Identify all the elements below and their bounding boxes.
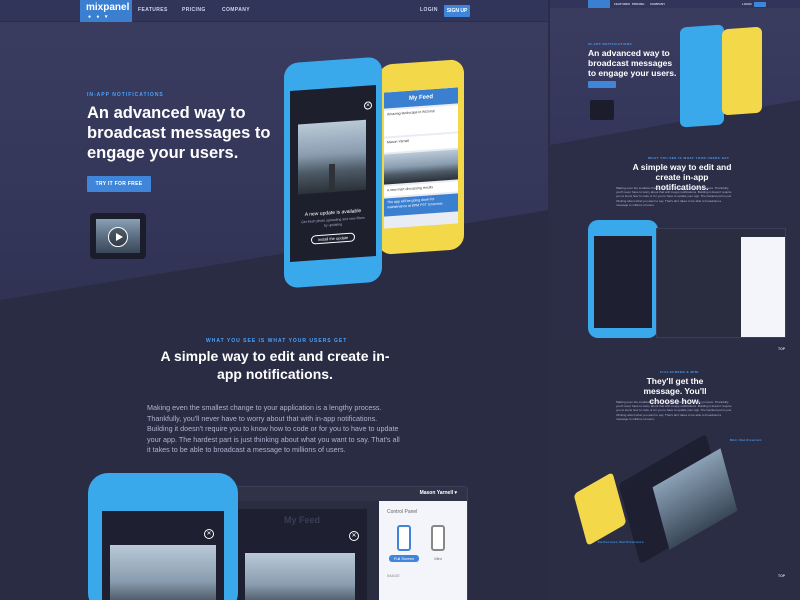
foreground-phone-screen: ✕	[102, 511, 224, 600]
nav-link-pricing[interactable]: PRICING	[182, 7, 206, 13]
overview-signup	[754, 2, 766, 7]
feed-screen: My Feed Amazing landscape in Arizona! Ma…	[384, 87, 458, 229]
back-to-top-link[interactable]: TOP	[778, 347, 785, 351]
annotation-fullscreen: Fullscreen Notifications	[598, 540, 645, 544]
image-section-label: IMAGE	[387, 573, 400, 578]
signup-button[interactable]: SIGN UP	[444, 5, 470, 17]
page-overview-bottom: TOP FULLSCREEN & MINI They'll get the me…	[550, 340, 800, 600]
ghost-feed-title: My Feed	[283, 515, 320, 525]
section2-eyebrow: WHAT YOU SEE IS WHAT YOUR USERS GET	[206, 338, 348, 344]
annotation-mini: Mini Notification	[730, 438, 762, 442]
phone-blue-foreground: ✕	[88, 473, 238, 600]
close-icon[interactable]: ✕	[349, 531, 359, 541]
overview-section3-body: Making even the smallest change to your …	[616, 400, 732, 421]
section2-title: A simple way to edit and create in-app n…	[160, 348, 390, 382]
feed-item: Amazing landscape in Arizona!	[384, 105, 458, 137]
feed-item-author: Mason Yarnell	[387, 138, 410, 145]
hero-title: An advanced way to broadcast messages to…	[87, 104, 271, 162]
nav-link-features[interactable]: FEATURES	[138, 7, 168, 13]
road-graphic	[328, 163, 336, 193]
full-screen-option-icon[interactable]	[397, 525, 411, 551]
overview-navbar: FEATURES PRICING COMPANY LOGIN	[550, 0, 800, 8]
overview-section2-eyebrow: WHAT YOU SEE IS WHAT YOUR USERS GET	[648, 156, 730, 160]
mixpanel-logo[interactable]: mixpanel ● ● ▾	[80, 0, 132, 22]
editor-toolbar: Mason Yarnell ▾	[229, 487, 467, 501]
maintenance-notice: The app will be going down for maintenan…	[384, 193, 458, 217]
video-thumbnail[interactable]	[90, 213, 146, 259]
overview-editor-phone	[588, 220, 658, 338]
overview-eyebrow: IN-APP NOTIFICATIONS	[588, 42, 633, 46]
feed-title: My Feed	[408, 94, 433, 102]
overview-hero-title: An advanced way to broadcast messages to…	[588, 48, 677, 78]
overview-try-button	[588, 81, 616, 88]
play-icon[interactable]	[108, 227, 128, 247]
overview-phone-blue	[680, 24, 724, 128]
editor-phone-preview: My Feed ✕	[237, 509, 367, 600]
back-to-top-link[interactable]: TOP	[778, 574, 785, 578]
overview-nav-link: COMPANY	[650, 2, 666, 6]
try-free-button[interactable]: TRY IT FOR FREE	[87, 176, 151, 192]
close-icon[interactable]: ✕	[364, 101, 372, 110]
notice-title: A new mart discussing results	[387, 185, 434, 193]
overview-editor-window	[656, 228, 786, 338]
logo-dots-icon: ● ● ▾	[88, 14, 110, 20]
notification-screen: ✕ A new update is available Get fresh ph…	[290, 84, 376, 263]
foreground-phone-image	[110, 545, 216, 600]
hero-eyebrow: IN-APP NOTIFICATIONS	[87, 92, 164, 98]
mini-option-icon[interactable]	[431, 525, 445, 551]
overview-video-thumb	[590, 100, 614, 120]
overview-nav-link: PRICING	[632, 2, 645, 6]
full-screen-option-label[interactable]: Full Screen	[389, 555, 419, 562]
overview-nav-link: FEATURES	[614, 2, 630, 6]
control-panel: Control Panel Full Screen Mini IMAGE	[379, 501, 467, 600]
top-navbar: mixpanel ● ● ▾ FEATURES PRICING COMPANY …	[0, 0, 548, 22]
notification-editor-window: Mason Yarnell ▾ My Feed ✕ Control Panel …	[228, 486, 468, 600]
overview-editor-phone-screen	[594, 236, 652, 328]
section2-body: Making even the smallest change to your …	[147, 403, 400, 454]
editor-preview-image	[245, 553, 355, 600]
control-panel-title: Control Panel	[387, 509, 418, 515]
logo-text: mixpanel	[86, 2, 130, 13]
install-update-button[interactable]: Install the update	[311, 232, 355, 245]
login-link[interactable]: LOGIN	[420, 7, 438, 13]
feed-item-text: Amazing landscape in Arizona!	[387, 109, 435, 117]
phone-yellow: My Feed Amazing landscape in Arizona! Ma…	[378, 58, 464, 256]
feed-photo	[384, 149, 458, 185]
notification-image	[298, 119, 366, 195]
mini-option-label[interactable]: Mini	[427, 555, 449, 562]
phone-blue: ✕ A new update is available Get fresh ph…	[284, 56, 382, 289]
close-icon[interactable]: ✕	[204, 529, 214, 539]
notice-body: The app will be going down for maintenan…	[387, 197, 444, 210]
overview-control-panel	[741, 237, 785, 337]
page-overview-top: FEATURES PRICING COMPANY LOGIN IN-APP NO…	[550, 0, 800, 340]
nav-link-company[interactable]: COMPANY	[222, 7, 250, 13]
overview-logo	[588, 0, 610, 8]
landing-page-main: mixpanel ● ● ▾ FEATURES PRICING COMPANY …	[0, 0, 548, 600]
overview-section2-body: Making even the smallest change to your …	[616, 186, 732, 207]
dribbble-shot-canvas: mixpanel ● ● ▾ FEATURES PRICING COMPANY …	[0, 0, 800, 600]
overview-login: LOGIN	[742, 2, 752, 6]
overview-section3-eyebrow: FULLSCREEN & MINI	[660, 370, 699, 374]
overview-mini-notification	[573, 471, 627, 547]
overview-phone-yellow	[722, 26, 762, 116]
editor-user-menu[interactable]: Mason Yarnell ▾	[420, 490, 457, 496]
